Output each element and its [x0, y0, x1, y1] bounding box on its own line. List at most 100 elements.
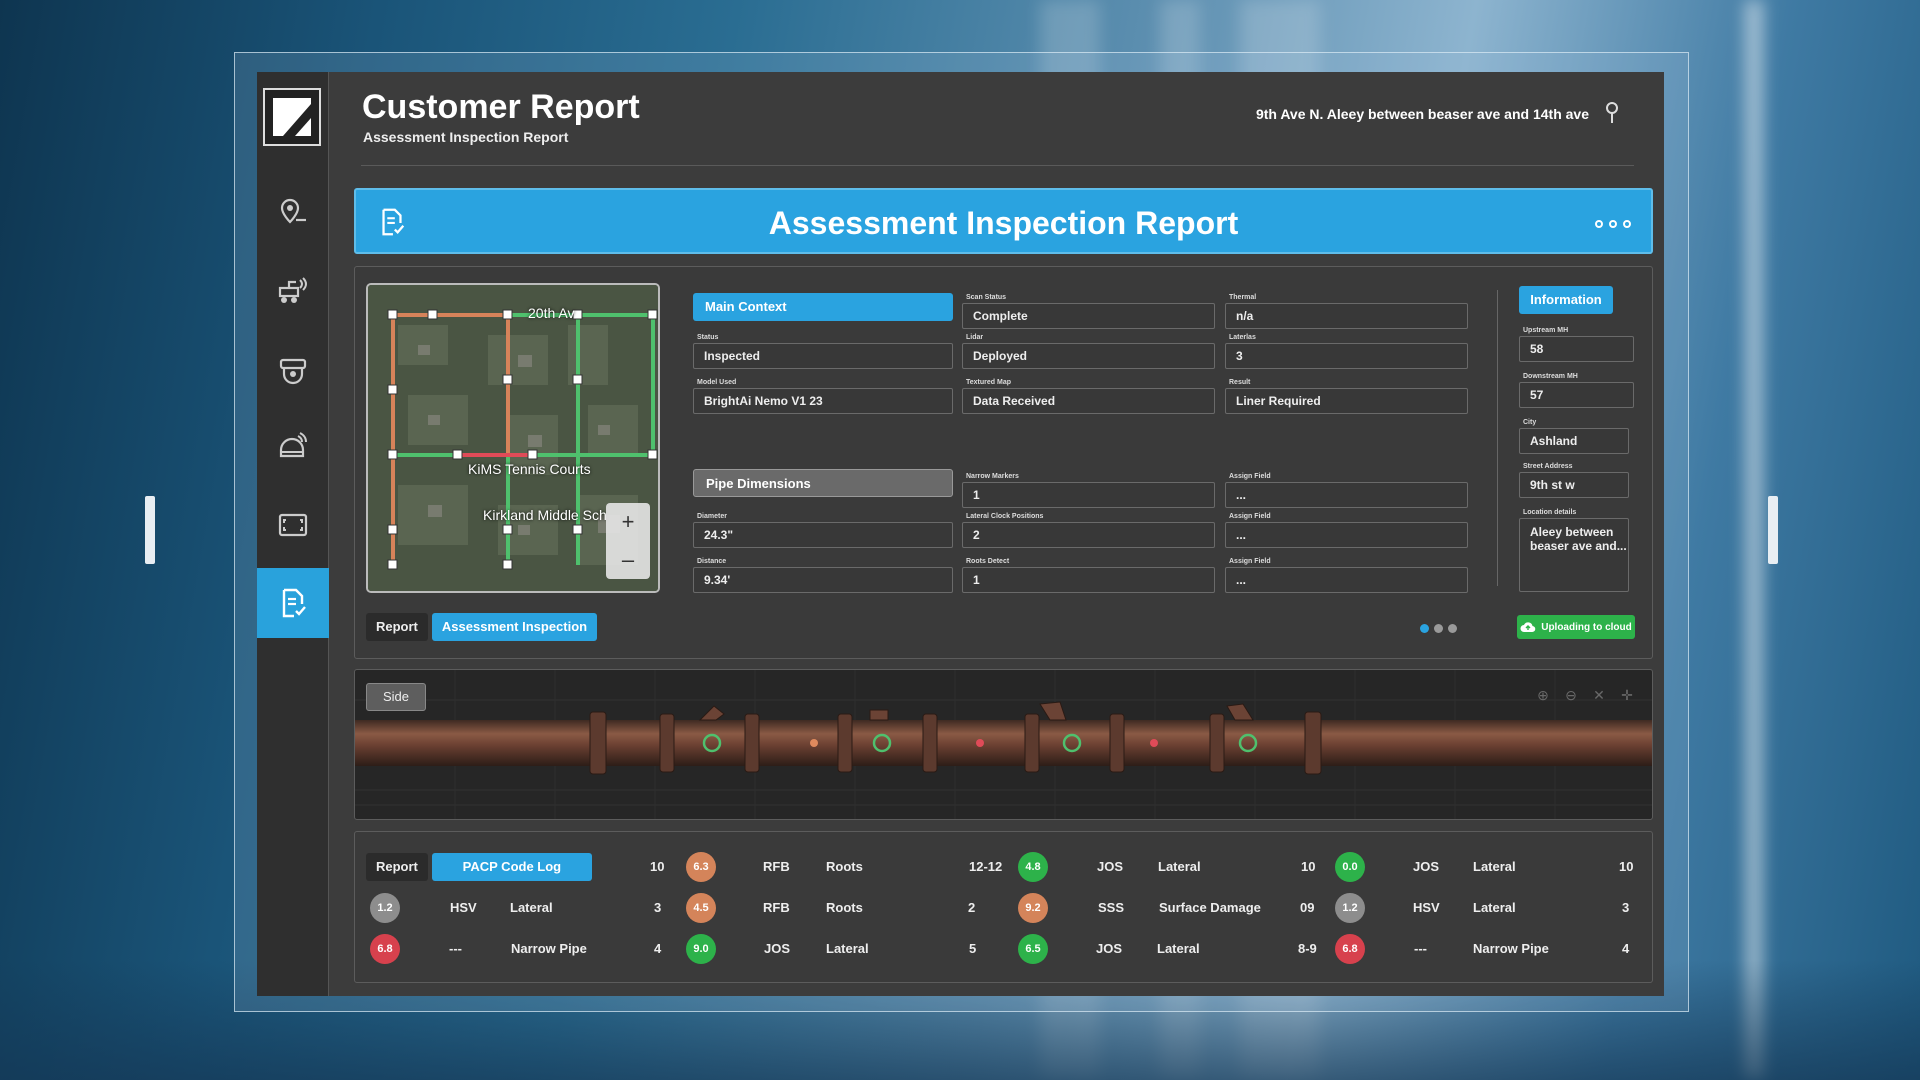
- laterals-value[interactable]: 3: [1225, 343, 1468, 369]
- count-value: 2: [968, 900, 976, 915]
- score-badge: 4.5: [686, 893, 716, 923]
- collapse-icon[interactable]: ✕: [1590, 686, 1608, 704]
- zoom-out-button[interactable]: –: [606, 541, 650, 579]
- assign-field-value[interactable]: ...: [1225, 522, 1468, 548]
- map-street-label: 20th Av: [528, 305, 575, 321]
- count-value: 12-12: [969, 859, 1003, 874]
- status-value[interactable]: Inspected: [693, 343, 953, 369]
- count-value: 3: [654, 900, 662, 915]
- count-value: 09: [1300, 900, 1315, 915]
- information-header[interactable]: Information: [1519, 286, 1613, 314]
- description-value: Lateral: [510, 900, 553, 915]
- score-badge: 9.0: [686, 934, 716, 964]
- page-title: Customer Report: [362, 88, 640, 126]
- assign-field-value[interactable]: ...: [1225, 567, 1468, 593]
- field-roots-detect: Roots Detect 1: [962, 558, 1215, 593]
- main-context-header[interactable]: Main Context: [693, 293, 953, 321]
- sidebar-item-report[interactable]: [257, 568, 329, 638]
- thermal-value[interactable]: n/a: [1225, 303, 1468, 329]
- scan-frame-icon: [278, 513, 308, 537]
- pipe-dimensions-header[interactable]: Pipe Dimensions: [693, 469, 953, 497]
- score-badge: 6.5: [1018, 934, 1048, 964]
- viewer-toolbar: ⊕ ⊖ ✕ ✛: [1534, 686, 1636, 704]
- description-value: Narrow Pipe: [1473, 941, 1549, 956]
- description-value: Lateral: [1157, 941, 1200, 956]
- field-lidar: Lidar Deployed: [962, 334, 1215, 369]
- tab-pacp-code-log[interactable]: PACP Code Log: [431, 853, 592, 881]
- narrow-markers-value[interactable]: 1: [962, 482, 1215, 508]
- upload-cloud-button[interactable]: Uploading to cloud: [1517, 615, 1635, 639]
- left-edge-marker: [145, 496, 155, 564]
- score-badge: 6.8: [370, 934, 400, 964]
- tab-report[interactable]: Report: [366, 853, 428, 881]
- more-options-icon[interactable]: [1595, 220, 1631, 228]
- description-value: Lateral: [1473, 859, 1516, 874]
- map-place-label: KiMS Tennis Courts: [468, 461, 591, 477]
- lateral-clock-value[interactable]: 2: [962, 522, 1215, 548]
- site-map[interactable]: 20th Av KiMS Tennis Courts Kirkland Midd…: [366, 283, 660, 593]
- code-value: JOS: [1096, 941, 1123, 956]
- lidar-value[interactable]: Deployed: [962, 343, 1215, 369]
- score-badge: 4.8: [1018, 852, 1048, 882]
- textured-map-value[interactable]: Data Received: [962, 388, 1215, 414]
- location-pin-icon: [280, 198, 306, 224]
- city-value[interactable]: Ashland: [1519, 428, 1629, 454]
- code-value: ---: [1414, 941, 1427, 956]
- field-assign-3: Assign Field...: [1225, 558, 1468, 593]
- description-value: Lateral: [1473, 900, 1516, 915]
- field-city: City Ashland: [1519, 419, 1629, 454]
- field-assign-2: Assign Field...: [1225, 513, 1468, 548]
- distance-value[interactable]: 9.34': [693, 567, 953, 593]
- defect-marker[interactable]: [810, 739, 818, 747]
- zoom-in-icon[interactable]: ⊕: [1534, 686, 1552, 704]
- scan-status-value[interactable]: Complete: [962, 303, 1215, 329]
- street-address-value[interactable]: 9th st w: [1519, 472, 1629, 498]
- assign-field-value[interactable]: ...: [1225, 482, 1468, 508]
- description-value: Narrow Pipe: [511, 941, 587, 956]
- app-window: Customer Report Assessment Inspection Re…: [257, 72, 1664, 996]
- location-details-value[interactable]: Aleey between beaser ave and...: [1519, 518, 1629, 592]
- header-divider: [361, 165, 1634, 166]
- count-value: 10: [650, 859, 665, 874]
- sidebar-item-camera[interactable]: [257, 334, 329, 404]
- sidebar-item-robot[interactable]: [257, 256, 329, 326]
- defect-marker[interactable]: [1150, 739, 1158, 747]
- code-log-tabs: Report PACP Code Log: [366, 853, 592, 881]
- location-pin-icon[interactable]: [1602, 101, 1622, 125]
- count-value: 4: [1622, 941, 1630, 956]
- move-icon[interactable]: ✛: [1618, 686, 1636, 704]
- tab-assessment-inspection[interactable]: Assessment Inspection: [431, 613, 598, 641]
- field-location-details: Location details Aleey between beaser ave…: [1519, 509, 1629, 592]
- description-value: Surface Damage: [1159, 900, 1261, 915]
- code-value: JOS: [1097, 859, 1124, 874]
- defect-marker[interactable]: [976, 739, 984, 747]
- field-distance: Distance 9.34': [693, 558, 953, 593]
- code-value: HSV: [450, 900, 477, 915]
- field-laterals: Laterlas 3: [1225, 334, 1468, 369]
- zoom-in-button[interactable]: +: [606, 503, 650, 541]
- tab-report[interactable]: Report: [366, 613, 428, 641]
- security-camera-icon: [279, 358, 307, 385]
- diameter-value[interactable]: 24.3": [693, 522, 953, 548]
- downstream-mh-value[interactable]: 57: [1519, 382, 1634, 408]
- sidebar-item-helmet[interactable]: [257, 412, 329, 482]
- roots-detect-value[interactable]: 1: [962, 567, 1215, 593]
- zoom-out-icon[interactable]: ⊖: [1562, 686, 1580, 704]
- pagination-dots[interactable]: [1420, 624, 1457, 633]
- model-used-value[interactable]: BrightAi Nemo V1 23: [693, 388, 953, 414]
- field-assign-1: Assign Field...: [1225, 473, 1468, 508]
- side-view-button[interactable]: Side: [366, 683, 426, 711]
- upstream-mh-value[interactable]: 58: [1519, 336, 1634, 362]
- sidebar: [257, 72, 329, 996]
- field-downstream-mh: Downstream MH 57: [1519, 373, 1634, 408]
- result-value[interactable]: Liner Required: [1225, 388, 1468, 414]
- code-value: JOS: [1413, 859, 1440, 874]
- field-status: Status Inspected: [693, 334, 953, 369]
- count-value: 3: [1622, 900, 1630, 915]
- code-value: ---: [449, 941, 462, 956]
- robot-crawler-icon: [278, 277, 307, 303]
- sidebar-item-location[interactable]: [257, 178, 329, 248]
- brand-logo[interactable]: [263, 88, 321, 146]
- sidebar-item-scan[interactable]: [257, 490, 329, 560]
- banner-title: Assessment Inspection Report: [768, 205, 1239, 241]
